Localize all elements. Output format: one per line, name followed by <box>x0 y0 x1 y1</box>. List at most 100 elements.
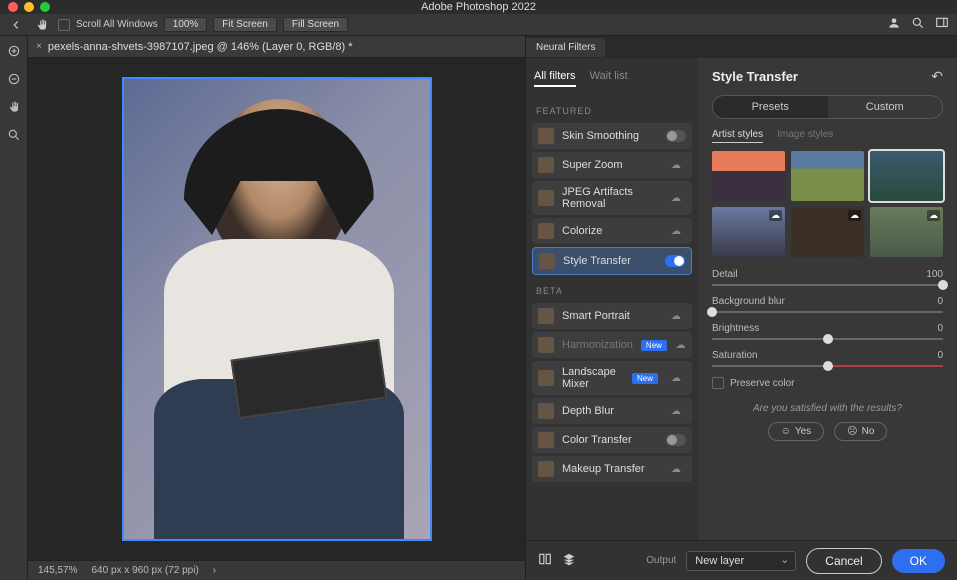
output-select[interactable]: New layer <box>686 551 796 571</box>
filter-makeup-transfer[interactable]: Makeup Transfer ☁ <box>532 456 692 482</box>
feedback-yes-button[interactable]: ☺Yes <box>768 422 825 441</box>
filter-landscape-mixer[interactable]: Landscape Mixer New ☁ <box>532 361 692 395</box>
output-label: Output <box>646 555 676 566</box>
style-preset-3[interactable] <box>870 151 943 201</box>
filter-color-transfer[interactable]: Color Transfer <box>532 427 692 453</box>
hand-tool-icon[interactable] <box>32 17 52 33</box>
bgblur-slider[interactable] <box>712 311 943 313</box>
reset-icon[interactable]: ↶ <box>931 68 943 85</box>
left-tool-strip <box>0 36 28 580</box>
download-icon[interactable]: ☁ <box>666 160 686 171</box>
zoom-in-tool[interactable] <box>5 42 23 60</box>
zoom-percent-button[interactable]: 100% <box>164 17 208 32</box>
status-dimensions: 640 px x 960 px (72 ppi) <box>91 565 198 576</box>
preserve-color-label: Preserve color <box>730 378 794 389</box>
custom-tab[interactable]: Custom <box>828 96 943 118</box>
close-window-button[interactable] <box>8 2 18 12</box>
tab-all-filters[interactable]: All filters <box>534 70 576 87</box>
filter-colorize[interactable]: Colorize ☁ <box>532 218 692 244</box>
home-back-button[interactable] <box>6 17 26 33</box>
style-preset-5[interactable]: ☁ <box>791 207 864 257</box>
scroll-all-checkbox[interactable] <box>58 19 70 31</box>
compare-icon[interactable] <box>538 552 552 569</box>
document-tab-bar: × pexels-anna-shvets-3987107.jpeg @ 146%… <box>28 36 525 58</box>
filter-smart-portrait[interactable]: Smart Portrait ☁ <box>532 303 692 329</box>
toggle-style-transfer[interactable] <box>665 255 685 267</box>
bgblur-slider-row: Background blur0 <box>712 296 943 313</box>
download-icon[interactable]: ☁ <box>666 226 686 237</box>
filter-style-transfer[interactable]: Style Transfer <box>532 247 692 275</box>
close-tab-icon[interactable]: × <box>36 41 42 52</box>
status-bar: 145,57% 640 px x 960 px (72 ppi) › <box>28 560 525 580</box>
filter-thumb <box>538 190 554 206</box>
download-icon[interactable]: ☁ <box>666 406 686 417</box>
filter-super-zoom[interactable]: Super Zoom ☁ <box>532 152 692 178</box>
style-preset-1[interactable] <box>712 151 785 201</box>
status-zoom: 145,57% <box>38 565 77 576</box>
document-tab-title: pexels-anna-shvets-3987107.jpeg @ 146% (… <box>48 41 353 53</box>
artist-styles-tab[interactable]: Artist styles <box>712 129 763 143</box>
brightness-slider-row: Brightness0 <box>712 323 943 340</box>
style-preset-4[interactable]: ☁ <box>712 207 785 257</box>
document-tab[interactable]: × pexels-anna-shvets-3987107.jpeg @ 146%… <box>28 41 361 53</box>
status-expand-icon[interactable]: › <box>213 565 216 576</box>
feedback-no-button[interactable]: ☹No <box>834 422 887 441</box>
filter-thumb <box>538 128 554 144</box>
cancel-button[interactable]: Cancel <box>806 548 881 574</box>
canvas-image <box>122 77 432 541</box>
satisfied-prompt: Are you satisfied with the results? <box>712 403 943 414</box>
filter-thumb <box>538 461 554 477</box>
tab-wait-list[interactable]: Wait list <box>590 70 628 87</box>
download-icon[interactable]: ☁ <box>666 373 686 384</box>
download-icon: ☁ <box>769 210 782 221</box>
neural-filters-tab[interactable]: Neural Filters <box>526 36 957 58</box>
image-styles-tab[interactable]: Image styles <box>777 129 833 143</box>
download-icon[interactable]: ☁ <box>666 464 686 475</box>
ok-button[interactable]: OK <box>892 549 945 573</box>
filter-thumb <box>538 337 554 353</box>
presets-tab[interactable]: Presets <box>713 96 828 118</box>
filter-thumb <box>538 308 554 324</box>
fill-screen-button[interactable]: Fill Screen <box>283 17 348 32</box>
title-bar: Adobe Photoshop 2022 <box>0 0 957 14</box>
toggle-color-transfer[interactable] <box>666 434 686 446</box>
filter-thumb <box>538 157 554 173</box>
filter-thumb <box>538 370 554 386</box>
download-icon[interactable]: ☁ <box>666 193 686 204</box>
filter-jpeg-artifacts[interactable]: JPEG Artifacts Removal ☁ <box>532 181 692 215</box>
brightness-slider[interactable] <box>712 338 943 340</box>
filter-list: All filters Wait list FEATURED Skin Smoo… <box>526 58 698 540</box>
fit-screen-button[interactable]: Fit Screen <box>213 17 277 32</box>
layers-icon[interactable] <box>562 552 576 569</box>
canvas-area[interactable] <box>28 58 525 560</box>
workspace-icon[interactable] <box>935 16 949 33</box>
detail-slider[interactable] <box>712 284 943 286</box>
download-icon[interactable]: ☁ <box>675 340 686 351</box>
preset-custom-segment: Presets Custom <box>712 95 943 119</box>
filter-depth-blur[interactable]: Depth Blur ☁ <box>532 398 692 424</box>
window-controls <box>8 2 50 12</box>
search-icon[interactable] <box>911 16 925 33</box>
detail-slider-row: Detail100 <box>712 269 943 286</box>
app-title: Adobe Photoshop 2022 <box>0 1 957 13</box>
style-transfer-panel: Style Transfer ↶ Presets Custom Artist s… <box>698 58 957 540</box>
download-icon[interactable]: ☁ <box>666 311 686 322</box>
maximize-window-button[interactable] <box>40 2 50 12</box>
zoom-out-tool[interactable] <box>5 70 23 88</box>
frown-icon: ☹ <box>847 426 857 437</box>
style-preset-6[interactable]: ☁ <box>870 207 943 257</box>
style-preset-2[interactable] <box>791 151 864 201</box>
options-bar: Scroll All Windows 100% Fit Screen Fill … <box>0 14 957 36</box>
filter-harmonization[interactable]: Harmonization New ☁ <box>532 332 692 358</box>
new-badge: New <box>641 340 667 351</box>
toggle-skin-smoothing[interactable] <box>666 130 686 142</box>
saturation-slider[interactable] <box>712 365 943 367</box>
download-icon: ☁ <box>848 210 861 221</box>
cloud-sync-icon[interactable] <box>887 16 901 33</box>
section-featured: FEATURED <box>532 98 692 120</box>
hand-tool[interactable] <box>5 98 23 116</box>
preserve-color-checkbox[interactable] <box>712 377 724 389</box>
minimize-window-button[interactable] <box>24 2 34 12</box>
filter-skin-smoothing[interactable]: Skin Smoothing <box>532 123 692 149</box>
zoom-tool[interactable] <box>5 126 23 144</box>
